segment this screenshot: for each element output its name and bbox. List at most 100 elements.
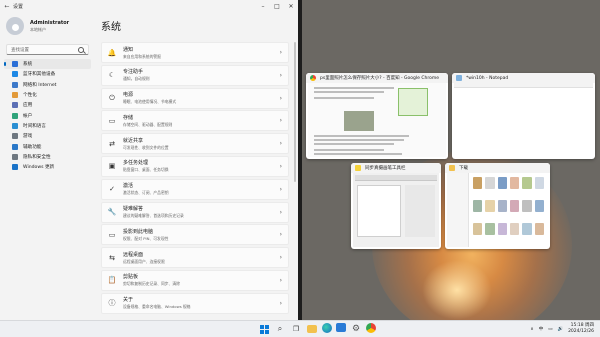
settings-card[interactable]: ⏻ 电源 睡眠、电池使用情况、节电模式 › <box>101 87 289 109</box>
user-account-type: 本地帐户 <box>30 26 46 32</box>
sidebar-item-label: 游戏 <box>23 134 33 140</box>
sidebar-item[interactable]: 应用 <box>4 100 91 110</box>
network-icon[interactable]: ▭ <box>548 327 552 332</box>
bluetooth-icon <box>12 71 18 78</box>
file-thumbnail <box>485 177 495 189</box>
settings-card[interactable]: 📋 剪贴板 剪切和复制历史记录、同步、清除 › <box>101 269 289 291</box>
wallpaper-highlight <box>422 260 492 320</box>
card-subtitle: 通知，自动规则 <box>123 76 150 82</box>
search-icon <box>78 46 84 53</box>
sidebar-item[interactable]: 时间和语言 <box>4 121 91 131</box>
file-thumbnail <box>534 177 544 189</box>
settings-card[interactable]: ⓘ 关于 设备规格、重命名电脑、Windows 规格 › <box>101 292 289 314</box>
paint-icon <box>355 165 361 171</box>
card-subtitle: 设备规格、重命名电脑、Windows 规格 <box>123 304 191 310</box>
minimize-button[interactable]: – <box>256 0 270 12</box>
card-subtitle: 建议的疑难解答、首选项和历史记录 <box>123 213 184 219</box>
card-title: 通知 <box>123 46 134 53</box>
settings-icon[interactable]: ⚙ <box>350 323 362 335</box>
card-title: 存储 <box>123 114 134 121</box>
snap-thumb-notepad[interactable]: *win10h - Notepad <box>452 73 595 159</box>
snap-thumb-title: *win10h - Notepad <box>466 75 509 81</box>
language-icon[interactable]: 中 <box>539 326 544 332</box>
close-button[interactable]: ✕ <box>284 0 298 12</box>
sidebar-item-label: 应用 <box>23 103 33 109</box>
sidebar-item[interactable]: 帐户 <box>4 110 91 120</box>
settings-card[interactable]: ⇆ 远程桌面 远程桌面用户、连接权限 › <box>101 247 289 269</box>
sidebar-item[interactable]: 隐私和安全性 <box>4 152 91 162</box>
snap-thumb-downloads[interactable]: 下载 <box>445 163 550 249</box>
settings-card[interactable]: 🔧 疑难解答 建议的疑难解答、首选项和历史记录 › <box>101 201 289 223</box>
chevron-right-icon: › <box>279 140 282 148</box>
apps-icon <box>12 102 18 109</box>
clock[interactable]: 15:18 周四 2024/12/26 <box>568 323 594 335</box>
settings-search-input[interactable]: 查找设置 <box>6 44 89 55</box>
chevron-up-icon[interactable]: ∧ <box>530 327 533 332</box>
chevron-right-icon: › <box>279 208 282 216</box>
file-thumbnail <box>473 200 483 212</box>
settings-card[interactable]: 🔔 通知 来自应用和系统的警报 › <box>101 42 289 63</box>
search-icon[interactable]: ⌕ <box>274 323 286 335</box>
taskbar: ⌕ ❐ ⚙ ∧ 中 ▭ 🔊 15:18 周四 2024/12/26 <box>0 320 600 337</box>
sidebar-item[interactable]: 蓝牙和其他设备 <box>4 69 91 79</box>
file-thumbnail <box>509 223 520 235</box>
task-view-icon[interactable]: ❐ <box>290 323 302 335</box>
sidebar-item[interactable]: 辅助功能 <box>4 141 91 151</box>
explorer-icon[interactable] <box>307 325 317 333</box>
file-thumbnail <box>522 200 532 212</box>
file-thumbnail <box>522 223 532 235</box>
scrollbar[interactable] <box>294 42 296 182</box>
file-thumbnail <box>509 177 520 189</box>
settings-card[interactable]: ▭ 投影到此电脑 权限、配对 PIN、可发现性 › <box>101 224 289 246</box>
accessibility-icon <box>12 143 18 150</box>
sidebar-item-label: 时间和语言 <box>23 123 46 129</box>
settings-card[interactable]: ▣ 多任务处理 贴靠窗口、桌面、任务切换 › <box>101 155 289 177</box>
card-subtitle: 权限、配对 PIN、可发现性 <box>123 235 169 241</box>
window-controls: – □ ✕ <box>256 0 298 12</box>
file-thumbnail <box>534 223 544 235</box>
sidebar-item[interactable]: 游戏 <box>4 131 91 141</box>
brush-icon <box>12 92 18 99</box>
chevron-right-icon: › <box>279 185 282 193</box>
activation-icon: ✓ <box>109 185 115 194</box>
volume-icon[interactable]: 🔊 <box>557 327 563 332</box>
card-title: 远程桌面 <box>123 251 144 258</box>
user-profile[interactable]: Administrator 本地帐户 <box>0 12 95 40</box>
taskbar-apps: ⌕ ❐ ⚙ <box>258 323 376 335</box>
maximize-button[interactable]: □ <box>270 0 284 12</box>
chrome-icon[interactable] <box>366 323 376 333</box>
chevron-right-icon: › <box>279 299 282 307</box>
windows-start-icon[interactable] <box>258 323 270 335</box>
card-subtitle: 存储空间、驱动器、配置规则 <box>123 121 173 127</box>
snap-thumb-chrome[interactable]: ps里面照片怎么保存照片大小? - 百度知 - Google Chrome <box>306 73 448 159</box>
back-arrow-icon[interactable]: ← <box>4 3 10 10</box>
globe-clock-icon <box>12 122 18 129</box>
settings-sidebar: Administrator 本地帐户 查找设置 系统 蓝牙和其他设备 网络和 Int… <box>0 12 95 320</box>
settings-card[interactable]: ✓ 激活 激活状态、订阅、产品密钥 › <box>101 178 289 200</box>
snap-assist-area: ps里面照片怎么保存照片大小? - 百度知 - Google Chrome *w… <box>302 0 600 320</box>
settings-card[interactable]: ☾ 专注助手 通知，自动规则 › <box>101 64 289 86</box>
settings-titlebar: ← 设置 – □ ✕ <box>0 0 298 12</box>
folder-icon <box>449 165 455 171</box>
settings-card[interactable]: ▭ 存储 存储空间、驱动器、配置规则 › <box>101 110 289 132</box>
sidebar-item[interactable]: Windows 更新 <box>4 162 91 172</box>
chrome-icon <box>310 75 316 81</box>
card-title: 关于 <box>123 297 134 304</box>
sidebar-item[interactable]: 网络和 Internet <box>4 80 91 90</box>
remote-icon: ⇆ <box>109 253 115 262</box>
store-icon[interactable] <box>336 323 346 332</box>
moon-icon: ☾ <box>108 71 116 80</box>
card-title: 电源 <box>123 92 134 99</box>
sidebar-item[interactable]: 个性化 <box>4 90 91 100</box>
edge-icon[interactable] <box>322 323 332 333</box>
settings-window: ← 设置 – □ ✕ Administrator 本地帐户 查找设置 系统 蓝牙和… <box>0 0 298 320</box>
settings-card[interactable]: ⇄ 就近共享 可发现性、收到文件的位置 › <box>101 133 289 155</box>
chevron-right-icon: › <box>279 276 282 284</box>
snap-thumb-title: ps里面照片怎么保存照片大小? - 百度知 - Google Chrome <box>320 76 440 81</box>
snap-thumb-paint[interactable]: 同步真摄画笔工具栏 <box>351 163 441 249</box>
file-thumbnail <box>497 200 507 212</box>
bell-icon: 🔔 <box>107 48 117 57</box>
share-icon: ⇄ <box>109 139 115 148</box>
sidebar-item[interactable]: 系统 <box>4 59 91 70</box>
card-subtitle: 睡眠、电池使用情况、节电模式 <box>123 99 177 105</box>
